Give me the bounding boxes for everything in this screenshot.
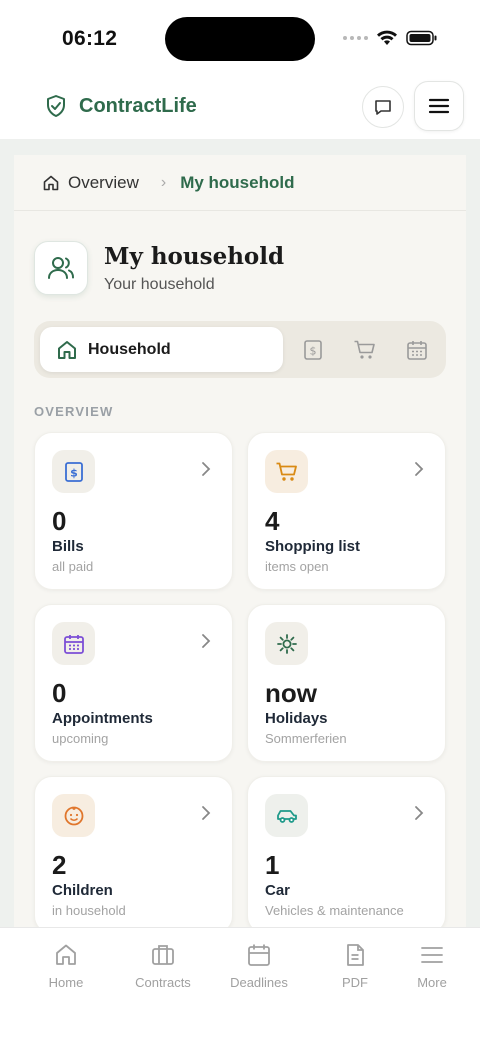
card-subtitle: Vehicles & maintenance [265, 903, 404, 918]
briefcase-icon [152, 945, 174, 965]
bill-icon: $ [52, 450, 95, 493]
app-header: ContractLife [0, 78, 480, 140]
chevron-right-icon [202, 462, 211, 476]
cart-icon [265, 450, 308, 493]
baby-icon [52, 794, 95, 837]
card-subtitle: in household [52, 903, 126, 918]
status-bar: 06:12 [0, 0, 480, 78]
calendar-icon [407, 341, 427, 360]
home-icon [43, 175, 59, 190]
section-label-overview: OVERVIEW [34, 404, 114, 419]
card-title: Shopping list [265, 538, 360, 555]
card-subtitle: upcoming [52, 731, 109, 746]
nav-home-label: Home [48, 975, 84, 990]
car-icon [265, 794, 308, 837]
app-name: ContractLife [79, 94, 197, 117]
card-children[interactable]: 2 Children in household [34, 776, 233, 934]
card-title: Appointments [52, 710, 153, 727]
card-title: Holidays [265, 710, 328, 727]
page-header: My household Your household [34, 241, 284, 295]
nav-deadlines-label: Deadlines [230, 975, 288, 990]
card-title: Car [265, 882, 291, 899]
users-icon [34, 241, 88, 295]
card-subtitle: all paid [52, 559, 94, 574]
document-icon [347, 944, 364, 966]
chat-bubble-icon [375, 100, 391, 115]
home-icon [56, 944, 76, 965]
shield-check-icon [47, 95, 65, 117]
card-subtitle: Sommerferien [265, 731, 347, 746]
tab-appointments[interactable] [405, 338, 429, 362]
breadcrumb: Overview › My household [14, 155, 466, 211]
card-holidays[interactable]: now Holidays Sommerferien [247, 604, 446, 762]
chevron-right-icon [202, 634, 211, 648]
card-value: 0 [52, 678, 67, 708]
nav-more[interactable]: More [384, 942, 480, 990]
menu-button[interactable] [414, 81, 464, 131]
page-subtitle: Your household [104, 275, 215, 293]
chevron-right-icon [202, 806, 211, 820]
tab-bills[interactable]: $ [301, 338, 325, 362]
nav-pdf-label: PDF [342, 975, 368, 990]
tab-shopping[interactable] [353, 338, 377, 362]
chevron-right-icon [415, 462, 424, 476]
battery-icon [406, 30, 437, 45]
tab-household-label: Household [88, 340, 171, 358]
card-value: 2 [52, 850, 67, 880]
card-subtitle: items open [265, 559, 329, 574]
calendar-icon [52, 622, 95, 665]
home-icon [58, 340, 76, 359]
breadcrumb-overview-label: Overview [68, 172, 139, 192]
card-value: 1 [265, 850, 280, 880]
breadcrumb-overview-link[interactable]: Overview [42, 173, 139, 193]
hamburger-icon [428, 98, 450, 114]
menu-icon [421, 947, 443, 963]
nav-home[interactable]: Home [18, 942, 114, 990]
svg-text:$: $ [310, 345, 317, 358]
cart-icon [354, 340, 375, 359]
card-title: Bills [52, 538, 84, 555]
nav-deadlines[interactable]: Deadlines [211, 942, 307, 990]
bill-icon: $ [304, 340, 322, 360]
breadcrumb-current: My household [180, 172, 295, 192]
status-indicators [343, 29, 438, 46]
tab-household[interactable]: Household [40, 327, 283, 372]
card-appointments[interactable]: 0 Appointments upcoming [34, 604, 233, 762]
nav-more-label: More [417, 975, 447, 990]
status-time: 06:12 [62, 27, 118, 50]
calendar-icon [248, 944, 270, 966]
household-tabs: Household $ [34, 321, 446, 378]
sun-icon [265, 622, 308, 665]
page-title: My household [104, 242, 285, 270]
card-bills[interactable]: $ 0 Bills all paid [34, 432, 233, 590]
svg-text:$: $ [70, 466, 78, 479]
nav-contracts-label: Contracts [135, 975, 191, 990]
app-logo[interactable]: ContractLife [45, 94, 197, 118]
card-value: 4 [265, 506, 280, 536]
chevron-right-icon: › [160, 173, 167, 191]
card-value: now [265, 678, 317, 708]
chevron-right-icon [415, 806, 424, 820]
wifi-icon [377, 30, 397, 45]
nav-contracts[interactable]: Contracts [115, 942, 211, 990]
dynamic-island [165, 17, 315, 61]
card-car[interactable]: 1 Car Vehicles & maintenance [247, 776, 446, 934]
card-shopping-list[interactable]: 4 Shopping list items open [247, 432, 446, 590]
bottom-navigation: Home Contracts Deadlines PDF More [0, 927, 480, 1044]
cellular-signal-icon [343, 35, 368, 40]
card-title: Children [52, 882, 113, 899]
card-value: 0 [52, 506, 67, 536]
messages-button[interactable] [362, 86, 404, 128]
